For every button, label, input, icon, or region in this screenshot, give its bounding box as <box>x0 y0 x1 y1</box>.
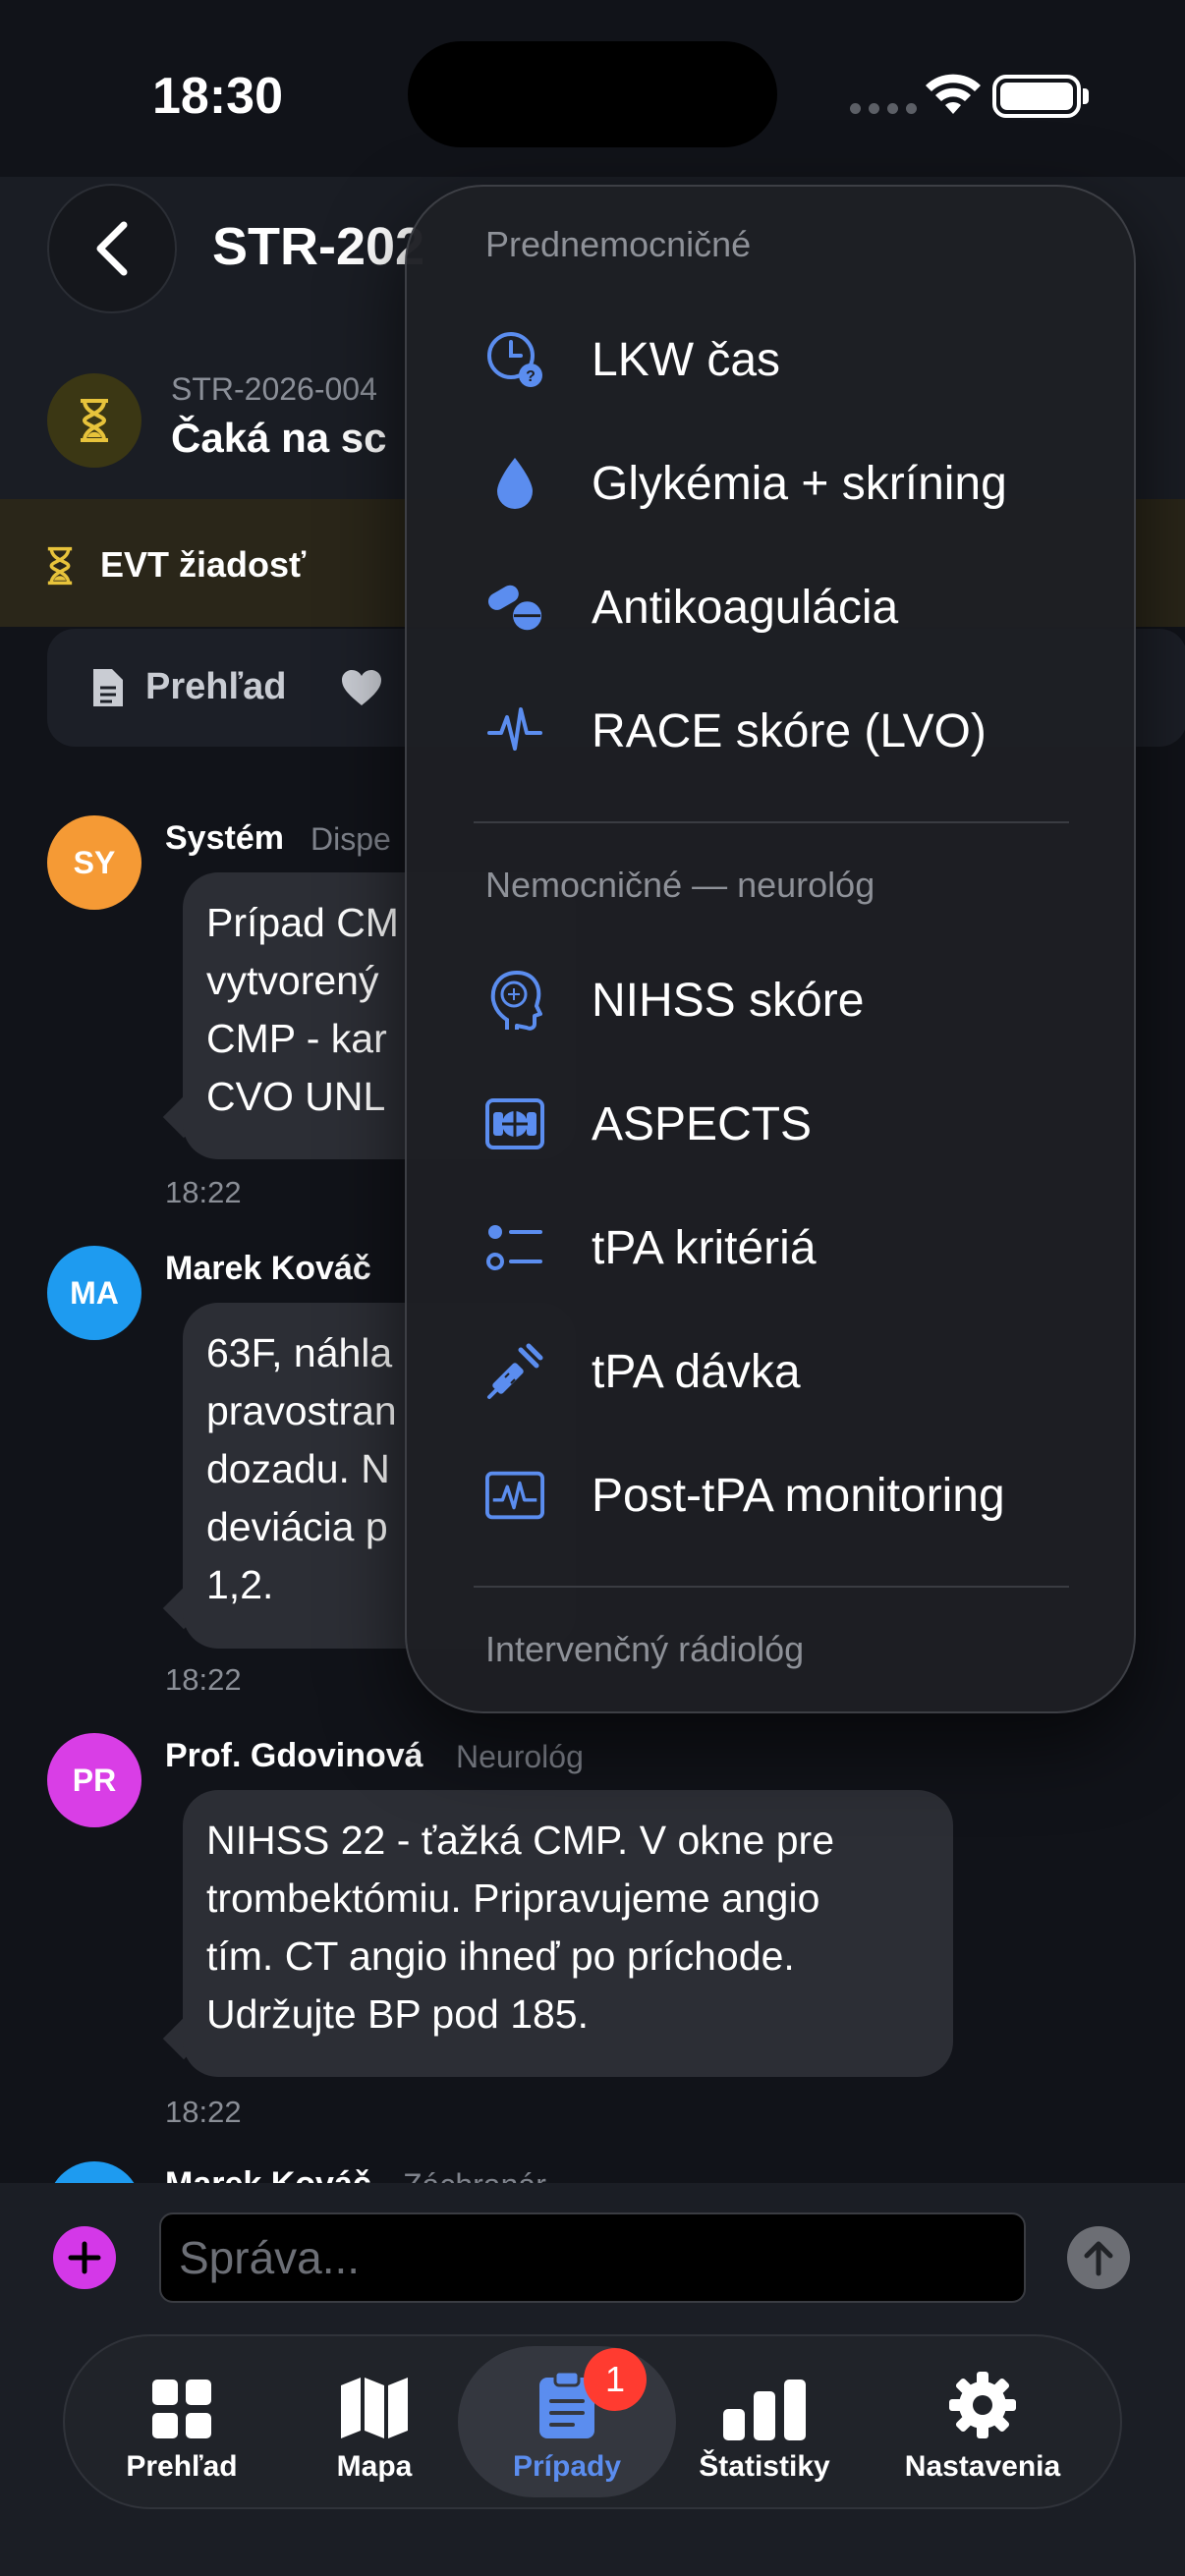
menu-item-glycemia[interactable]: Glykémia + skríning <box>485 434 1075 532</box>
message-time: 18:22 <box>165 1662 242 1697</box>
syringe-icon <box>487 1343 543 1399</box>
case-status: Čaká na sc <box>171 415 387 461</box>
menu-section-title: Prednemocničné <box>485 224 752 264</box>
arrow-up-icon <box>1084 2241 1113 2276</box>
menu-item-label: NIHSS skóre <box>592 974 865 1027</box>
svg-text:?: ? <box>526 368 536 385</box>
menu-item-anticoagulation[interactable]: Antikoagulácia <box>485 558 1075 656</box>
scan-icon <box>485 1098 544 1149</box>
wifi-icon <box>926 74 981 114</box>
pills-icon <box>487 585 542 631</box>
message-input[interactable] <box>159 2212 1026 2303</box>
message-time: 18:22 <box>165 1175 242 1209</box>
menu-item-race[interactable]: RACE skóre (LVO) <box>485 682 1075 780</box>
message-time: 18:22 <box>165 2095 242 2129</box>
chevron-left-icon <box>96 221 128 276</box>
message-line: trombektómiu. Pripravujeme angio <box>206 1876 820 1921</box>
menu-item-label: Antikoagulácia <box>592 581 899 634</box>
tab-label: Prípady <box>512 2450 622 2483</box>
case-id: STR-2026-004 <box>171 371 377 407</box>
menu-divider <box>474 821 1069 823</box>
back-button[interactable] <box>47 184 177 313</box>
message-role: Neurológ <box>456 1739 584 1774</box>
menu-item-post-tpa[interactable]: Post-tPA monitoring <box>485 1446 1075 1544</box>
message-line: tím. CT angio ihneď po príchode. <box>206 1933 795 1979</box>
battery-cap <box>1083 88 1089 104</box>
screen: 18:30 STR-202 STR-2026-004 Čaká na sc EV… <box>0 0 1185 2576</box>
tab-overview[interactable]: Prehľad <box>145 666 286 708</box>
menu-section-title: Nemocničné — neurológ <box>485 865 875 905</box>
tab-label: Mapa <box>336 2450 413 2483</box>
menu-item-label: Glykémia + skríning <box>592 457 1007 510</box>
message-sender: Prof. Gdovinová <box>165 1737 423 1774</box>
cellular-signal-icon <box>850 103 917 114</box>
menu-item-label: tPA dávka <box>592 1345 801 1398</box>
menu-item-label: Post-tPA monitoring <box>592 1469 1005 1522</box>
menu-item-tpa-dose[interactable]: tPA dávka <box>485 1322 1075 1421</box>
menu-item-label: RACE skóre (LVO) <box>592 704 987 757</box>
bar-chart-icon <box>723 2380 806 2440</box>
send-button[interactable] <box>1067 2226 1130 2289</box>
tab-statistiky[interactable]: Štatistiky <box>686 2350 843 2495</box>
document-icon <box>93 669 123 706</box>
message-sender: Marek Kováč <box>165 1250 371 1287</box>
menu-divider <box>474 1586 1069 1588</box>
menu-item-label: ASPECTS <box>592 1097 813 1150</box>
tab-prehlad[interactable]: Prehľad <box>108 2350 255 2495</box>
message-line: Udržujte BP pod 185. <box>206 1991 589 2037</box>
message-bubble: NIHSS 22 - ťažká CMP. V okne pre trombek… <box>183 1790 953 2077</box>
heart-icon[interactable] <box>340 668 383 707</box>
avatar: PR <box>47 1733 141 1827</box>
message-sender: Systém <box>165 819 284 857</box>
clock-question-icon: ? <box>487 332 542 387</box>
tools-menu: Prednemocničné ? LKW čas Glykémia + skrí… <box>405 185 1136 1713</box>
menu-item-nihss[interactable]: NIHSS skóre <box>485 951 1075 1049</box>
evt-request-label: EVT žiadosť <box>100 544 307 585</box>
tab-label: Prehľad <box>126 2450 238 2483</box>
message-line: NIHSS 22 - ťažká CMP. V okne pre <box>206 1818 835 1863</box>
menu-section-title: Intervenčný rádiológ <box>485 1629 805 1669</box>
map-icon <box>341 2378 408 2438</box>
tab-label: Nastavenia <box>904 2450 1061 2483</box>
menu-item-label: LKW čas <box>592 333 781 386</box>
dynamic-island <box>408 41 777 147</box>
brain-head-icon <box>490 971 542 1031</box>
grid-icon <box>152 2380 211 2438</box>
hourglass-icon <box>81 399 108 442</box>
plus-icon <box>68 2241 101 2274</box>
tab-label: Štatistiky <box>699 2450 830 2483</box>
gear-icon <box>949 2372 1016 2438</box>
notification-badge: 1 <box>584 2348 647 2411</box>
menu-item-tpa-criteria[interactable]: tPA kritériá <box>485 1199 1075 1297</box>
menu-item-aspects[interactable]: ASPECTS <box>485 1075 1075 1173</box>
status-time: 18:30 <box>152 68 283 125</box>
tab-nastavenia[interactable]: Nastavenia <box>894 2350 1071 2495</box>
message-role: Dispe <box>310 821 391 857</box>
battery-icon <box>992 75 1081 118</box>
waveform-icon <box>487 707 542 751</box>
attach-button[interactable] <box>53 2226 116 2289</box>
status-icon-circle <box>47 373 141 468</box>
case-title: STR-202 <box>212 217 425 276</box>
menu-item-lkw[interactable]: ? LKW čas <box>485 310 1075 409</box>
hourglass-icon <box>47 546 73 586</box>
monitor-waveform-icon <box>485 1471 544 1520</box>
tab-mapa[interactable]: Mapa <box>301 2350 448 2495</box>
checklist-icon <box>486 1225 542 1270</box>
menu-item-label: tPA kritériá <box>592 1221 817 1274</box>
avatar: SY <box>47 815 141 910</box>
drop-icon <box>497 458 533 509</box>
avatar: MA <box>47 1246 141 1340</box>
